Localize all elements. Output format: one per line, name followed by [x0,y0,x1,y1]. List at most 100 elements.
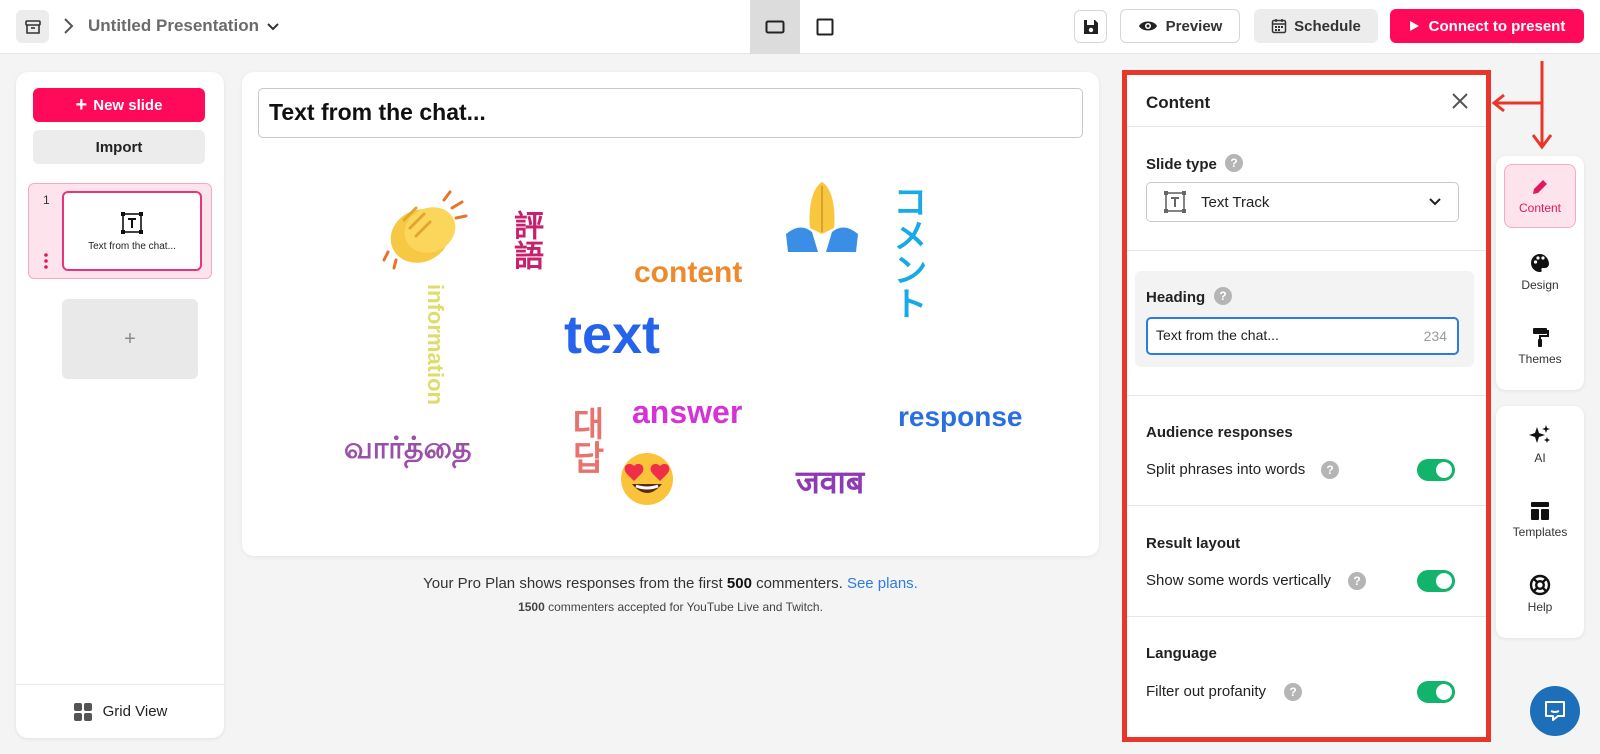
palette-icon [1531,254,1549,272]
lifebuoy-icon [1529,574,1551,596]
annotation-arrows [1491,61,1553,150]
rail-item-content[interactable]: Content [1504,164,1576,228]
floppy-disk-icon [1083,19,1098,34]
folded-hands-emoji [786,182,858,252]
grid-icon [73,702,92,721]
word-cloud-word: response [898,401,1023,432]
presentation-title[interactable]: Untitled Presentation [88,16,259,36]
more-vertical-icon[interactable] [43,252,49,270]
word-cloud-word: வார்த்தை [344,432,472,465]
plan-note: Your Pro Plan shows responses from the f… [242,575,1099,592]
rail-item-label: Content [1518,201,1562,215]
rail-item-templates[interactable]: Templates [1504,488,1576,552]
heading-char-count: 234 [1423,328,1447,344]
slide-list-item[interactable]: 1 Text from the chat... [28,183,212,279]
profanity-filter-label: Filter out profanity [1146,683,1267,700]
plan-note-suffix: commenters. [751,575,847,592]
divider [1127,250,1486,251]
divider [1127,616,1486,617]
plus-icon: + [75,94,88,116]
chat-icon [1545,701,1565,721]
slide-heading[interactable]: Text from the chat... [258,88,1083,138]
word-cloud-word: 評語 [509,210,542,270]
panel-header: Content [1127,75,1486,127]
new-slide-label: New slide [93,96,163,114]
panel-title: Content [1146,93,1211,112]
divider [1127,395,1486,396]
vertical-words-label: Show some words vertically [1146,572,1332,589]
see-plans-link[interactable]: See plans. [847,575,918,592]
word-cloud-word: content [634,256,743,289]
connect-to-present-button[interactable]: Connect to present [1390,9,1584,43]
word-cloud-word: 대답 [566,406,604,474]
heading-input[interactable]: Text from the chat... 234 [1146,317,1459,355]
square-view-button[interactable] [800,0,850,54]
slide-canvas: Text from the chat... content text answe… [242,72,1099,556]
slides-panel: + New slide Import 1 Text from the chat.… [16,72,224,738]
close-icon[interactable] [1450,91,1470,111]
rail-item-ai[interactable]: AI [1504,412,1576,476]
widescreen-view-button[interactable] [750,0,800,54]
rail-item-label: Help [1527,600,1553,614]
preview-label: Preview [1165,17,1223,35]
grid-view-button[interactable]: Grid View [16,684,224,738]
right-rail-bottom: AI Templates Help [1496,406,1584,638]
square-icon [816,18,834,36]
language-label: Language [1146,645,1217,662]
slide-thumbnail[interactable]: Text from the chat... [62,191,202,271]
archive-icon [24,19,41,34]
grid-view-label: Grid View [102,703,168,720]
schedule-button[interactable]: Schedule [1254,9,1378,43]
preview-button[interactable]: Preview [1120,9,1240,43]
plan-sub-count: 1500 [518,600,545,614]
new-slide-button[interactable]: + New slide [33,88,205,122]
help-icon[interactable]: ? [1225,154,1243,172]
result-layout-label: Result layout [1146,535,1241,552]
paint-roller-icon [1533,328,1549,347]
word-cloud-word: text [564,305,661,365]
help-icon[interactable]: ? [1348,572,1366,590]
chevron-down-icon[interactable] [266,18,280,34]
slide-type-label: Slide type [1146,156,1217,173]
split-phrases-toggle[interactable] [1417,459,1455,481]
help-icon[interactable]: ? [1321,461,1339,479]
text-track-icon [1164,191,1186,213]
help-icon[interactable]: ? [1284,683,1302,701]
audience-responses-label: Audience responses [1146,424,1293,441]
heading-input-value: Text from the chat... [1156,327,1279,343]
rail-item-label: Design [1521,278,1559,292]
chat-support-button[interactable] [1530,686,1580,736]
help-icon[interactable]: ? [1214,287,1232,305]
text-track-icon [121,211,143,234]
word-cloud-word: コメント [888,184,926,320]
play-icon [1409,21,1419,31]
rail-item-help[interactable]: Help [1504,562,1576,626]
profanity-filter-toggle[interactable] [1417,681,1455,703]
right-rail-top: Content Design Themes [1496,156,1584,390]
rectangle-wide-icon [765,20,785,34]
slide-number: 1 [43,193,50,207]
pencil-icon [1533,180,1547,194]
home-button[interactable] [16,10,49,43]
chevron-down-icon [1429,198,1441,206]
chevron-right-icon [64,18,74,34]
add-slide-placeholder[interactable]: + [62,299,198,379]
content-settings-panel: Content Slide type ? Text Track Heading … [1122,70,1491,742]
rail-item-label: AI [1534,451,1546,465]
plan-note-count: 500 [726,575,752,592]
vertical-words-toggle[interactable] [1417,570,1455,592]
save-button[interactable] [1074,10,1107,43]
heart-eyes-emoji [621,453,673,505]
split-phrases-label: Split phrases into words [1146,461,1306,478]
slide-thumbnail-title: Text from the chat... [88,240,176,252]
plan-note-prefix: Your Pro Plan shows responses from the f… [423,575,727,592]
divider [1127,505,1486,506]
connect-label: Connect to present [1428,17,1566,35]
rail-item-themes[interactable]: Themes [1504,314,1576,378]
import-button[interactable]: Import [33,130,205,164]
slide-type-select[interactable]: Text Track [1146,182,1459,222]
layout-icon [1531,502,1549,520]
rail-item-design[interactable]: Design [1504,240,1576,304]
rail-item-label: Themes [1518,352,1562,366]
plan-note-sub: 1500 commenters accepted for YouTube Liv… [242,600,1099,614]
